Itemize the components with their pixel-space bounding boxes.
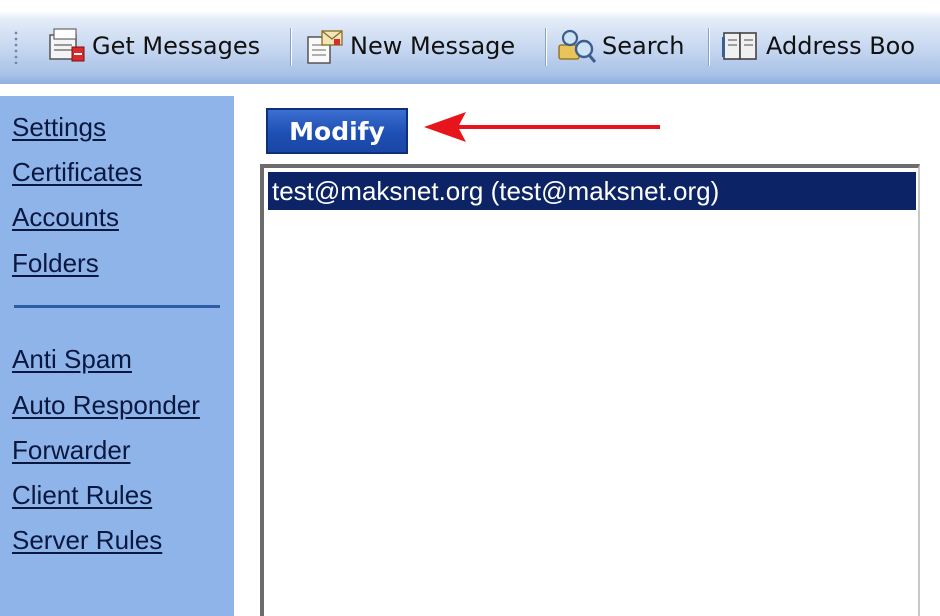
get-messages-label: Get Messages bbox=[92, 32, 261, 60]
sidebar: Settings Certificates Accounts Folders A… bbox=[0, 96, 234, 616]
search-icon bbox=[558, 29, 597, 63]
sidebar-link-folders[interactable]: Folders bbox=[12, 248, 99, 279]
modify-button[interactable]: Modify bbox=[266, 108, 408, 154]
address-book-button[interactable]: Address Boo bbox=[720, 22, 915, 70]
toolbar-separator bbox=[545, 28, 547, 66]
get-messages-button[interactable]: Get Messages bbox=[46, 22, 260, 70]
sidebar-link-server-rules[interactable]: Server Rules bbox=[12, 525, 162, 556]
red-arrow-annotation bbox=[424, 112, 660, 142]
sidebar-link-settings[interactable]: Settings bbox=[12, 112, 106, 143]
sidebar-link-forwarder[interactable]: Forwarder bbox=[12, 435, 130, 466]
toolbar-separator bbox=[708, 28, 710, 66]
get-messages-icon bbox=[49, 28, 85, 62]
sidebar-link-anti-spam[interactable]: Anti Spam bbox=[12, 344, 132, 375]
toolbar: Get Messages New Message Search Address … bbox=[0, 0, 940, 84]
toolbar-grip[interactable] bbox=[14, 30, 18, 64]
accounts-listbox[interactable]: test@maksnet.org (test@maksnet.org) bbox=[260, 164, 920, 616]
sidebar-link-client-rules[interactable]: Client Rules bbox=[12, 480, 152, 511]
sidebar-link-certificates[interactable]: Certificates bbox=[12, 157, 142, 188]
address-book-label: Address Boo bbox=[766, 32, 916, 60]
search-label: Search bbox=[602, 32, 685, 60]
new-message-icon bbox=[307, 30, 343, 64]
list-item-selected[interactable]: test@maksnet.org (test@maksnet.org) bbox=[268, 172, 916, 210]
sidebar-link-auto-responder[interactable]: Auto Responder bbox=[12, 390, 200, 421]
sidebar-divider bbox=[14, 305, 220, 308]
toolbar-separator bbox=[290, 28, 292, 66]
new-message-label: New Message bbox=[350, 32, 516, 60]
new-message-button[interactable]: New Message bbox=[304, 22, 515, 70]
search-button[interactable]: Search bbox=[556, 22, 684, 70]
sidebar-link-accounts[interactable]: Accounts bbox=[12, 202, 119, 233]
address-book-icon bbox=[722, 32, 757, 60]
